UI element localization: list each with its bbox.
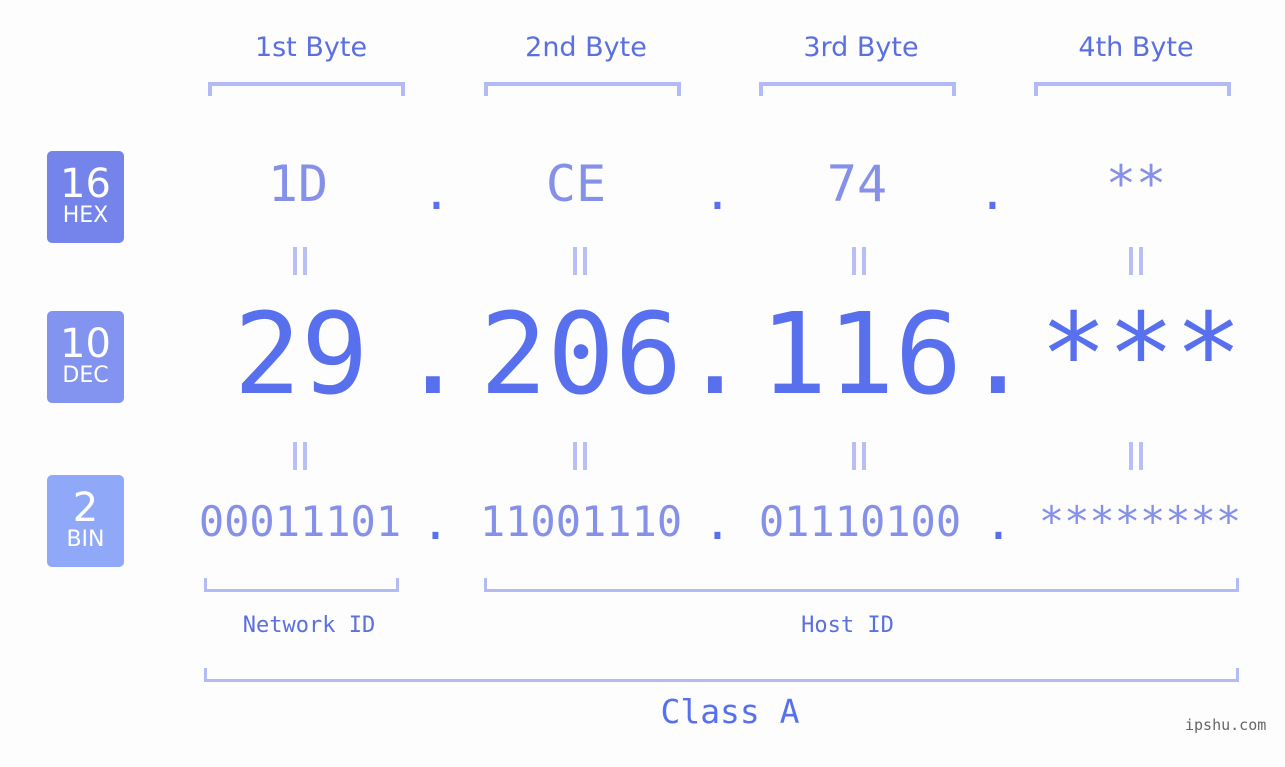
dec-dot-1: . <box>399 290 467 420</box>
equals-icon <box>1126 442 1146 470</box>
bin-badge-number: 2 <box>72 485 99 531</box>
dec-byte-4: *** <box>1039 290 1243 420</box>
bin-byte-2: 11001110 <box>479 497 683 546</box>
dec-badge-label: DEC <box>62 363 109 388</box>
hex-byte-3: 74 <box>826 155 888 213</box>
byte-header-4: 4th Byte <box>1078 32 1194 63</box>
host-id-label: Host ID <box>801 613 894 638</box>
class-label: Class A <box>660 692 800 731</box>
dec-byte-2: 206 <box>479 290 683 420</box>
equals-icon <box>570 247 590 275</box>
bin-byte-4: ******** <box>1038 497 1242 546</box>
hex-badge-label: HEX <box>62 203 109 228</box>
equals-icon <box>849 247 869 275</box>
bin-dot-3: . <box>984 495 1013 551</box>
network-bracket <box>204 578 399 592</box>
equals-icon <box>1126 247 1146 275</box>
byte-bracket-1 <box>208 82 405 96</box>
dec-dot-3: . <box>964 290 1032 420</box>
bin-byte-3: 01110100 <box>758 497 962 546</box>
watermark: ipshu.com <box>1185 716 1267 734</box>
hex-byte-2: CE <box>545 155 607 213</box>
hex-byte-4: ** <box>1105 155 1167 213</box>
bin-dot-2: . <box>703 495 732 551</box>
byte-bracket-3 <box>759 82 956 96</box>
dec-dot-2: . <box>681 290 749 420</box>
byte-header-3: 3rd Byte <box>803 32 919 63</box>
equals-icon <box>290 247 310 275</box>
equals-icon <box>290 442 310 470</box>
hex-byte-1: 1D <box>267 155 329 213</box>
byte-header-1: 1st Byte <box>254 32 368 63</box>
dec-byte-1: 29 <box>233 290 369 420</box>
equals-icon <box>849 442 869 470</box>
bin-byte-1: 00011101 <box>198 497 402 546</box>
hex-badge: 16 HEX <box>47 151 124 243</box>
bin-dot-1: . <box>421 495 450 551</box>
dec-badge-number: 10 <box>60 321 111 367</box>
bin-badge: 2 BIN <box>47 475 124 567</box>
bin-badge-label: BIN <box>66 527 105 552</box>
hex-dot-2: . <box>703 165 732 221</box>
network-id-label: Network ID <box>242 613 376 638</box>
equals-icon <box>570 442 590 470</box>
hex-dot-3: . <box>978 165 1007 221</box>
dec-badge: 10 DEC <box>47 311 124 403</box>
class-bracket <box>204 668 1239 682</box>
byte-bracket-4 <box>1034 82 1231 96</box>
host-bracket <box>484 578 1239 592</box>
hex-dot-1: . <box>422 165 451 221</box>
byte-bracket-2 <box>484 82 681 96</box>
byte-header-2: 2nd Byte <box>525 32 647 63</box>
dec-byte-3: 116 <box>759 290 963 420</box>
hex-badge-number: 16 <box>60 161 111 207</box>
